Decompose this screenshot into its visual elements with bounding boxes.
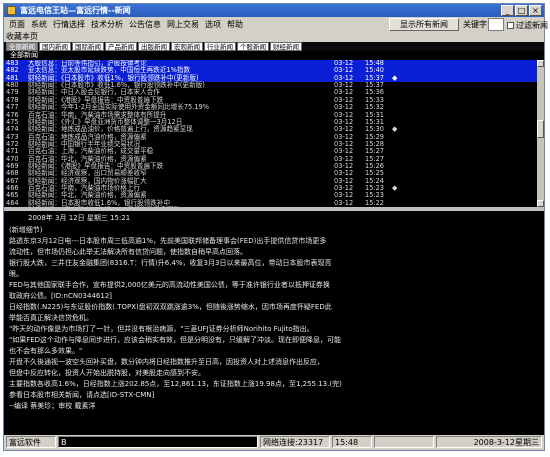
status-connection: 网络连接:23317 bbox=[260, 436, 330, 448]
article-line: "如果FED这个动作与降息同步进行，应该会稍实有效，但是分明没有，只缓解了冲淡。… bbox=[9, 336, 342, 344]
window-title: 富远电信王站—富远行情--新闻 bbox=[20, 6, 131, 15]
article-line: 主要指数各收高1.6%，日经指数上涨202.85点，至12,861.13，东证指… bbox=[9, 380, 342, 388]
article-line: 但盘中反应转化，投资人开始出脱持股，对美股走向感到不安。 bbox=[9, 369, 205, 377]
news-list[interactable]: 483 大股信息：日前等伟指引，沪股按律考论 03-12 15:48 482 亚太信息：亚… bbox=[4, 60, 537, 207]
keyword-label: 关键字: bbox=[463, 20, 490, 29]
tab-5[interactable]: 宏观新闻 bbox=[171, 42, 203, 51]
news-unread-diamond-icon: ◆ bbox=[392, 184, 398, 193]
tab-6[interactable]: 行业新闻 bbox=[204, 42, 236, 51]
status-date: 2008-3-12星期三 bbox=[436, 436, 542, 448]
article-line: (新增细节) bbox=[9, 226, 43, 234]
article-line: 开盘不久後通视一波空头回补买盘，数分钟内将日经指数推升至日高，因投资人对上述消息… bbox=[9, 358, 324, 366]
article-line: 参看日本股市相关新闻，请点选[ID-STX-CMN] bbox=[9, 391, 155, 399]
news-unread-diamond-icon: ◆ bbox=[392, 125, 398, 134]
article-line: 眼。 bbox=[9, 270, 23, 278]
scroll-thumb[interactable] bbox=[537, 120, 544, 138]
article-line: "昨天的动作像是为市场打了一针，但并没有根治病源，"三菱UFJ证券分析师Nori… bbox=[9, 325, 314, 333]
menu-item[interactable]: 技术分析 bbox=[88, 19, 126, 30]
menu-item[interactable]: 帮助 bbox=[224, 19, 246, 30]
category-tabs: 全部新闻 国内新闻 国际新闻 产品新闻 出版新闻 宏观新闻 行业新闻 个股新闻 财经新闻 bbox=[4, 42, 544, 51]
news-unread-diamond-icon: ◆ bbox=[392, 73, 398, 82]
scroll-down-arrow-icon[interactable] bbox=[537, 200, 544, 207]
list-header-label: 全部新闻 bbox=[10, 51, 38, 59]
status-spacer bbox=[374, 436, 434, 448]
menu-item[interactable]: 页面 bbox=[6, 19, 28, 30]
status-message: B bbox=[58, 436, 258, 448]
article-date: 2008年 3月 12日 星期三 15:21 bbox=[28, 214, 131, 222]
status-app-name: 富远软件 bbox=[6, 436, 56, 448]
maximize-button[interactable]: □ bbox=[515, 5, 528, 16]
article-line: 银行股大跌，三井住友金融集团(8316.T：行情)升6.4%，收复3月3日以来最… bbox=[9, 259, 332, 267]
app-window: 富远电信王站—富远行情--新闻 _ □ × 页面 系统 行情选择 技术分析 公告信息 网上… bbox=[3, 3, 548, 451]
article-line: --编译 蔡美珍；审校 戴素洋 bbox=[9, 402, 96, 410]
title-bar[interactable]: 富远电信王站—富远行情--新闻 _ □ × bbox=[4, 4, 544, 17]
filter-news-toggle[interactable]: 过滤新闻 bbox=[507, 20, 548, 31]
status-bar: 富远软件 B 网络连接:23317 15:48 2008-3-12星期三 bbox=[4, 435, 544, 450]
breadcrumb[interactable]: 收藏本页 bbox=[6, 32, 38, 42]
article-line: 路透东京3月12日电---日本股市周三低高逾1%，先前美国联邦储备理事会(FED… bbox=[9, 237, 327, 245]
minimize-button[interactable]: _ bbox=[501, 5, 514, 16]
article-line: 日经指数(.N225)与东证股价指数(.TOPX)盘初双双跳涨逾3%，但随後涨势… bbox=[9, 303, 332, 311]
menu-item[interactable]: 系统 bbox=[28, 19, 50, 30]
menu-item[interactable]: 公告信息 bbox=[126, 19, 164, 30]
close-button[interactable]: × bbox=[529, 5, 542, 16]
status-time: 15:48 bbox=[332, 436, 372, 448]
news-list-scrollbar[interactable] bbox=[537, 60, 544, 207]
scroll-up-arrow-icon[interactable] bbox=[537, 60, 544, 67]
tab-4[interactable]: 出版新闻 bbox=[138, 42, 170, 51]
article-body: (新增细节) 路透东京3月12日电---日本股市周三低高逾1%，先前美国联邦储备… bbox=[9, 225, 539, 412]
app-icon bbox=[7, 6, 16, 15]
show-all-news-button[interactable]: 显示所有新闻 bbox=[389, 18, 459, 31]
article-line: FED与其他国家联手合作，宣布提供2,000亿美元的高流动性美国公债，等于准许银… bbox=[9, 281, 330, 289]
menu-item[interactable]: 选项 bbox=[202, 19, 224, 30]
article-line: 也不会有那么多效果。" bbox=[9, 347, 83, 355]
tab-8[interactable]: 财经新闻 bbox=[270, 42, 302, 51]
tab-1[interactable]: 国内新闻 bbox=[39, 42, 71, 51]
menu-bar: 页面 系统 行情选择 技术分析 公告信息 网上交易 选项 帮助 显示所有新闻 关键字: 过滤新… bbox=[4, 17, 548, 32]
list-header: 全部新闻 bbox=[4, 51, 544, 60]
article-line: 流动性，但市场仍担心此举无法解决所有信贷问题，使指数自稍早高点回落。 bbox=[9, 248, 247, 256]
tab-2[interactable]: 国际新闻 bbox=[72, 42, 104, 51]
tab-0[interactable]: 全部新闻 bbox=[6, 42, 38, 51]
menu-item[interactable]: 网上交易 bbox=[164, 19, 202, 30]
filter-checkbox[interactable] bbox=[507, 22, 514, 29]
menu-item[interactable]: 行情选择 bbox=[50, 19, 88, 30]
article-line: 取政府公债。[ID:nCN0344612] bbox=[9, 292, 113, 300]
article-pane: 2008年 3月 12日 星期三 15:21 (新增细节) 路透东京3月12日电… bbox=[4, 211, 544, 435]
filter-news-label: 过滤新闻 bbox=[516, 21, 548, 30]
tab-3[interactable]: 产品新闻 bbox=[105, 42, 137, 51]
keyword-input[interactable] bbox=[488, 18, 504, 31]
tab-7[interactable]: 个股新闻 bbox=[237, 42, 269, 51]
article-line: 举能否真正解决信贷危机。 bbox=[9, 314, 93, 322]
